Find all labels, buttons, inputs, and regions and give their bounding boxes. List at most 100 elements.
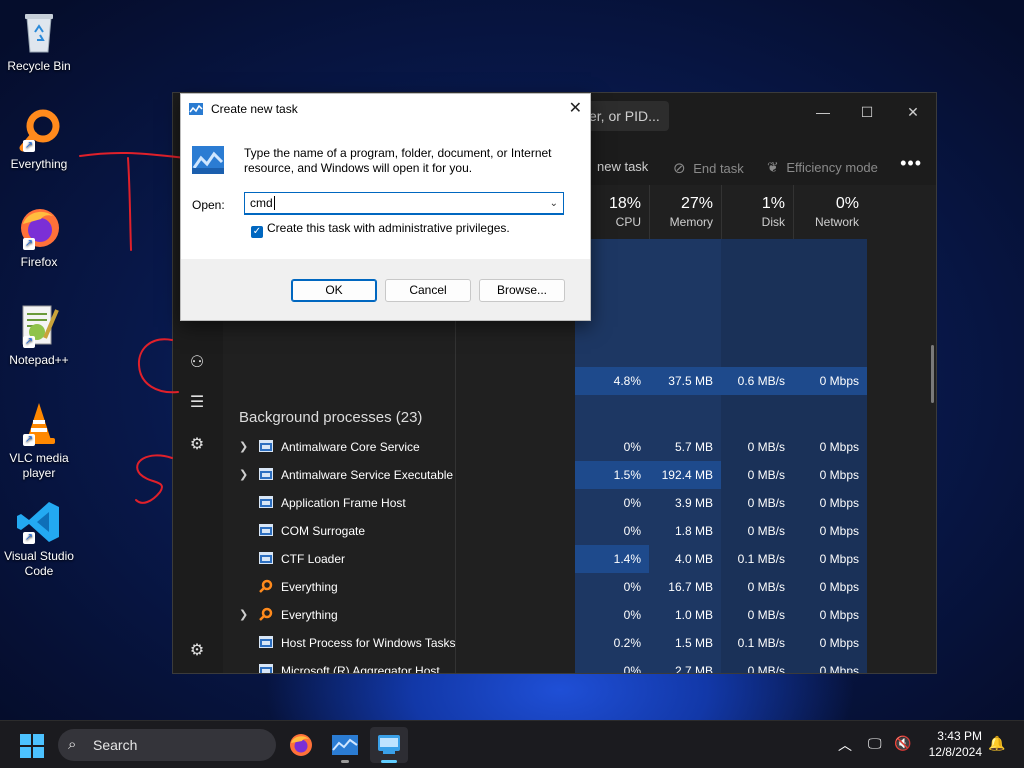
desktop-icon-notepadpp[interactable]: ↗ Notepad++ — [4, 302, 74, 368]
memory-cell: 16.7 MB — [649, 573, 721, 601]
window-icon — [378, 735, 400, 754]
memory-label: Memory — [669, 215, 713, 229]
table-row[interactable]: ❯ Everything 0% 1.0 MB 0 MB/s 0 Mbps — [223, 601, 913, 629]
maximize-button[interactable]: ☐ — [845, 97, 889, 127]
memory-cell: 3.9 MB — [649, 489, 721, 517]
efficiency-mode-label: Efficiency mode — [786, 160, 878, 175]
services-nav-icon[interactable]: ⚙ — [187, 435, 207, 455]
disk-column-header[interactable]: 1% Disk — [721, 185, 793, 239]
process-name: Antimalware Service Executable — [281, 468, 454, 482]
ok-button[interactable]: OK — [291, 279, 377, 302]
close-button[interactable]: ✕ — [891, 97, 935, 127]
desktop-icon-label: Firefox — [20, 255, 58, 269]
desktop-icon-everything[interactable]: ↗ Everything — [4, 106, 74, 172]
service-icon — [259, 496, 273, 508]
dialog-title: Create new task — [211, 102, 298, 116]
table-row[interactable]: ❯ Antimalware Core Service 0% 5.7 MB 0 MB/s 0… — [223, 433, 913, 461]
cpu-cell: 0% — [575, 489, 649, 517]
settings-nav-icon[interactable]: ⚙ — [187, 641, 207, 661]
memory-column-header[interactable]: 27% Memory — [649, 185, 721, 239]
users-nav-icon[interactable]: ⚇ — [187, 353, 207, 373]
create-new-task-dialog: Create new task ✕ Type the name of a pro… — [180, 93, 591, 321]
table-row[interactable]: Application Frame Host 0% 3.9 MB 0 MB/s 0 Mb… — [223, 489, 913, 517]
end-task-button[interactable]: ⊘ End task — [673, 159, 744, 177]
desktop-icon-label: Notepad++ — [9, 353, 69, 367]
minimize-button[interactable]: — — [801, 97, 845, 127]
run-new-task-button[interactable]: new task — [597, 159, 648, 174]
shortcut-arrow-icon: ↗ — [23, 434, 35, 446]
table-row[interactable]: COM Surrogate 0% 1.8 MB 0 MB/s 0 Mbps — [223, 517, 913, 545]
notification-bell-icon[interactable]: 🔔 — [988, 735, 1005, 752]
network-total: 0% — [835, 195, 859, 212]
active-indicator — [381, 760, 397, 763]
taskbar: ⌕ Search ︿ 🖵 🔇 3:43 PM 12/8/2024 🔔 — [0, 720, 1024, 768]
cancel-button[interactable]: Cancel — [385, 279, 471, 302]
taskbar-firefox[interactable] — [282, 727, 320, 763]
cpu-cell: 0% — [575, 601, 649, 629]
disk-cell: 0 MB/s — [747, 524, 785, 538]
background-processes-heading: Background processes (23) — [239, 409, 423, 426]
task-manager-icon — [332, 735, 358, 755]
network-cell: 0 Mbps — [819, 524, 859, 538]
disk-label: Disk — [761, 215, 785, 229]
chevron-right-icon[interactable]: ❯ — [239, 440, 249, 453]
efficiency-mode-button[interactable]: ❦ Efficiency mode — [767, 159, 878, 176]
chevron-right-icon[interactable]: ❯ — [239, 468, 249, 481]
table-row[interactable]: ❯ Antimalware Service Executable 1.5% 192.4… — [223, 461, 913, 489]
disk-cell: 0.6 MB/s — [721, 367, 793, 395]
service-icon — [259, 636, 273, 648]
desktop-icon-firefox[interactable]: ↗ Firefox — [4, 204, 74, 270]
open-input-value[interactable]: cmd — [250, 196, 273, 210]
vlc-icon: ↗ — [15, 400, 63, 448]
clock[interactable]: 3:43 PM 12/8/2024 — [929, 728, 982, 760]
chevron-down-icon[interactable]: ⌄ — [550, 193, 558, 214]
dialog-close-button[interactable]: ✕ — [569, 94, 582, 124]
browse-button[interactable]: Browse... — [479, 279, 565, 302]
disk-total: 1% — [761, 195, 785, 212]
dialog-titlebar: Create new task ✕ — [181, 94, 590, 124]
start-button[interactable] — [20, 734, 44, 758]
process-name: CTF Loader — [281, 552, 346, 566]
desktop-icon-label: Recycle Bin — [7, 59, 71, 73]
vscode-icon: ↗ — [15, 498, 63, 546]
taskbar-run-dialog[interactable] — [370, 727, 408, 763]
desktop-icon-vlc[interactable]: ↗ VLC media player — [4, 400, 74, 481]
everything-search-icon: ↗ — [15, 106, 63, 154]
cpu-cell: 0% — [575, 517, 649, 545]
table-row[interactable]: Everything 0% 16.7 MB 0 MB/s 0 Mbps — [223, 573, 913, 601]
table-row[interactable]: 4.8% 37.5 MB 0.6 MB/s 0 Mbps — [223, 367, 913, 395]
memory-cell: 1.5 MB — [649, 629, 721, 657]
process-name: Everything — [281, 580, 338, 594]
taskbar-search-box[interactable]: ⌕ Search — [58, 729, 276, 761]
disk-cell: 0.1 MB/s — [737, 552, 785, 566]
memory-cell: 37.5 MB — [649, 367, 721, 395]
open-combobox[interactable]: cmd ⌄ — [244, 192, 564, 215]
text-cursor — [273, 196, 275, 210]
chevron-up-icon[interactable]: ︿ — [838, 735, 852, 755]
admin-privileges-checkbox[interactable]: ✓ Create this task with administrative pr… — [251, 221, 510, 238]
dialog-body: Type the name of a program, folder, docu… — [181, 124, 590, 259]
shortcut-arrow-icon: ↗ — [23, 140, 35, 152]
process-name: Application Frame Host — [281, 496, 406, 510]
table-row[interactable]: CTF Loader 1.4% 4.0 MB 0.1 MB/s 0 Mbps — [223, 545, 913, 573]
desktop-icon-recycle-bin[interactable]: Recycle Bin — [4, 8, 74, 74]
table-row[interactable]: Microsoft (R) Aggregator Host 0% 2.7 MB 0 M… — [223, 657, 913, 673]
end-task-label: End task — [693, 161, 744, 176]
details-nav-icon[interactable]: ☰ — [187, 393, 207, 413]
firefox-icon — [290, 734, 312, 756]
taskbar-task-manager[interactable] — [326, 727, 364, 763]
table-scrollbar[interactable] — [931, 345, 934, 403]
service-icon — [259, 468, 273, 480]
task-manager-icon — [189, 103, 203, 115]
volume-muted-icon[interactable]: 🔇 — [894, 735, 911, 752]
more-options-button[interactable]: ••• — [900, 153, 922, 174]
chevron-right-icon[interactable]: ❯ — [239, 608, 249, 621]
disk-cell: 0 MB/s — [747, 468, 785, 482]
cpu-cell: 1.4% — [575, 545, 649, 573]
process-name: Antimalware Core Service — [281, 440, 420, 454]
desktop-icon-vscode[interactable]: ↗ Visual Studio Code — [4, 498, 74, 579]
network-column-header[interactable]: 0% Network — [793, 185, 867, 239]
network-cell: 0 Mbps — [819, 608, 859, 622]
network-icon[interactable]: 🖵 — [868, 735, 882, 752]
table-row[interactable]: Host Process for Windows Tasks 0.2% 1.5 MB… — [223, 629, 913, 657]
